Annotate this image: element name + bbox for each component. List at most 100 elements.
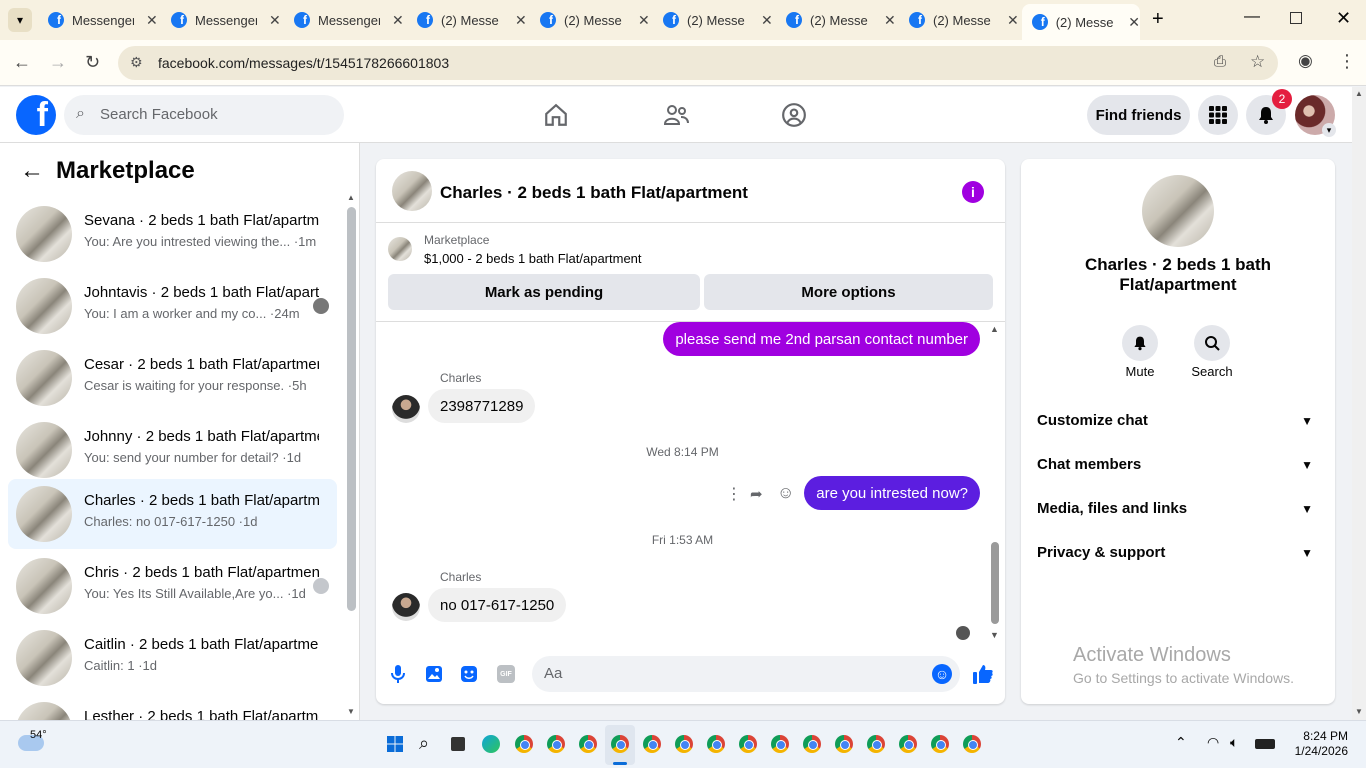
friends-icon[interactable] (662, 102, 690, 133)
close-tab-icon[interactable]: ✕ (1128, 14, 1140, 31)
chrome-icon[interactable] (675, 735, 693, 753)
browser-tab[interactable]: f Messenger ✕ (38, 6, 158, 34)
conversation-item[interactable]: Chris · 2 beds 1 bath Flat/apartment You:… (8, 551, 337, 621)
browser-tab[interactable]: f (2) Messe ✕ (899, 6, 1019, 34)
chrome-icon[interactable] (643, 735, 661, 753)
facebook-logo[interactable]: f (16, 95, 56, 135)
tab-search-dropdown-button[interactable]: ▾ (8, 8, 32, 32)
chrome-icon[interactable] (707, 735, 725, 753)
scroll-down-arrow-icon[interactable]: ▼ (347, 707, 355, 716)
close-tab-icon[interactable]: ✕ (761, 12, 773, 29)
outgoing-message[interactable]: please send me 2nd parsan contact number (663, 322, 980, 356)
chrome-icon[interactable] (835, 735, 853, 753)
close-tab-icon[interactable]: ✕ (515, 12, 527, 29)
file-explorer-icon[interactable] (451, 737, 465, 751)
edge-icon[interactable] (482, 735, 500, 753)
browser-menu-icon[interactable]: ⋮ (1338, 51, 1356, 72)
chrome-icon[interactable] (739, 735, 757, 753)
browser-tab[interactable]: f (2) Messe ✕ (776, 6, 896, 34)
conversation-item[interactable]: Cesar · 2 beds 1 bath Flat/apartment Cesa… (8, 343, 337, 413)
show-hidden-icons-chevron-up-icon[interactable]: ⌃ (1175, 734, 1187, 751)
emoji-icon[interactable]: ☺ (932, 664, 952, 684)
new-tab-button[interactable]: + (1152, 8, 1164, 31)
scroll-up-arrow-icon[interactable]: ▲ (990, 324, 999, 334)
close-tab-icon[interactable]: ✕ (1007, 12, 1019, 29)
site-info-icon[interactable]: ⚙ (130, 54, 143, 71)
conversation-item[interactable]: Lesther · 2 beds 1 bath Flat/apartment (8, 695, 337, 721)
scroll-down-arrow-icon[interactable]: ▼ (990, 630, 999, 640)
microphone-icon[interactable] (390, 664, 406, 689)
menu-grid-icon[interactable] (1198, 95, 1238, 135)
incoming-message[interactable]: no 017-617-1250 (428, 588, 567, 622)
scroll-up-arrow-icon[interactable]: ▲ (347, 193, 355, 202)
conversation-item[interactable]: Johnny · 2 beds 1 bath Flat/apartment You… (8, 415, 337, 485)
search-in-chat-button[interactable] (1194, 325, 1230, 361)
privacy-support-section[interactable]: Privacy & support ▼ (1037, 544, 1319, 568)
mark-as-pending-button[interactable]: Mark as pending (388, 274, 700, 310)
chrome-icon[interactable] (931, 735, 949, 753)
sticker-icon[interactable] (460, 665, 478, 688)
sender-avatar[interactable] (392, 593, 420, 621)
chat-listing-thumbnail[interactable] (392, 171, 432, 211)
react-emoji-icon[interactable]: ☺ (777, 483, 794, 503)
forward-icon[interactable]: ➦ (750, 485, 763, 503)
chrome-icon[interactable] (963, 735, 981, 753)
browser-tab-active[interactable]: f (2) Messe ✕ (1022, 4, 1140, 40)
info-icon[interactable]: i (962, 181, 984, 203)
taskbar-search-icon[interactable]: ⌕ (419, 733, 429, 754)
close-tab-icon[interactable]: ✕ (146, 12, 158, 29)
chrome-icon[interactable] (515, 735, 533, 753)
minimize-window-icon[interactable]: — (1244, 8, 1260, 26)
conversation-item[interactable]: Caitlin · 2 beds 1 bath Flat/apartment Ca… (8, 623, 337, 693)
browser-tab[interactable]: f (2) Messe ✕ (530, 6, 650, 34)
gif-icon[interactable]: GIF (497, 665, 515, 683)
chat-title[interactable]: Charles · 2 beds 1 bath Flat/apartment (440, 183, 748, 203)
message-input[interactable]: Aa ☺ (532, 656, 960, 692)
conversation-item-selected[interactable]: Charles · 2 beds 1 bath Flat/apartment Ch… (8, 479, 337, 549)
listing-price[interactable]: $1,000 - 2 beds 1 bath Flat/apartment (424, 251, 642, 266)
back-arrow-icon[interactable]: ← (13, 52, 31, 73)
outgoing-message[interactable]: are you intrested now? (804, 476, 980, 510)
sender-avatar[interactable] (392, 395, 420, 423)
forward-arrow-icon[interactable]: → (49, 52, 67, 73)
browser-tab[interactable]: f Messenger ✕ (161, 6, 281, 34)
conversation-list-scrollbar[interactable] (347, 207, 356, 611)
chrome-icon[interactable] (579, 735, 597, 753)
url-field[interactable]: ⚙ facebook.com/messages/t/15451782666018… (118, 46, 1278, 80)
chat-members-section[interactable]: Chat members ▼ (1037, 456, 1319, 480)
customize-chat-section[interactable]: Customize chat ▼ (1037, 412, 1319, 436)
chrome-icon-active[interactable] (611, 735, 629, 753)
browser-tab[interactable]: f (2) Messe ✕ (653, 6, 773, 34)
chrome-icon[interactable] (803, 735, 821, 753)
conversation-item[interactable]: Johntavis · 2 beds 1 bath Flat/apartment… (8, 271, 337, 341)
reload-icon[interactable]: ↻ (85, 52, 100, 73)
listing-thumbnail[interactable] (1142, 175, 1214, 247)
close-tab-icon[interactable]: ✕ (269, 12, 281, 29)
close-window-icon[interactable]: ✕ (1336, 8, 1351, 29)
find-friends-button[interactable]: Find friends (1087, 95, 1190, 135)
start-windows-icon[interactable] (387, 736, 403, 752)
chrome-icon[interactable] (899, 735, 917, 753)
close-tab-icon[interactable]: ✕ (884, 12, 896, 29)
wifi-icon[interactable]: ◠ (1207, 734, 1219, 751)
volume-icon[interactable]: 🔈︎ (1230, 734, 1238, 751)
install-app-icon[interactable]: ⎙ (1214, 53, 1226, 70)
bookmark-star-icon[interactable]: ☆ (1250, 52, 1265, 72)
chrome-icon[interactable] (771, 735, 789, 753)
scroll-up-arrow-icon[interactable]: ▲ (1355, 89, 1363, 98)
mute-button[interactable] (1122, 325, 1158, 361)
chrome-icon[interactable] (867, 735, 885, 753)
back-arrow-icon[interactable]: ← (20, 157, 44, 185)
account-chevron-down-icon[interactable]: ▾ (1322, 123, 1336, 137)
more-options-button[interactable]: More options (704, 274, 993, 310)
more-actions-icon[interactable]: ⋮ (726, 484, 742, 504)
home-icon[interactable] (543, 102, 569, 133)
profile-icon[interactable]: ◉ (1298, 51, 1313, 71)
groups-icon[interactable] (781, 102, 807, 133)
photo-icon[interactable] (425, 665, 443, 688)
media-files-links-section[interactable]: Media, files and links ▼ (1037, 500, 1319, 524)
like-thumbs-up-icon[interactable] (972, 663, 994, 690)
search-input[interactable]: ⌕ Search Facebook (64, 95, 344, 135)
maximize-window-icon[interactable] (1290, 12, 1302, 24)
browser-tab[interactable]: f (2) Messe ✕ (407, 6, 527, 34)
